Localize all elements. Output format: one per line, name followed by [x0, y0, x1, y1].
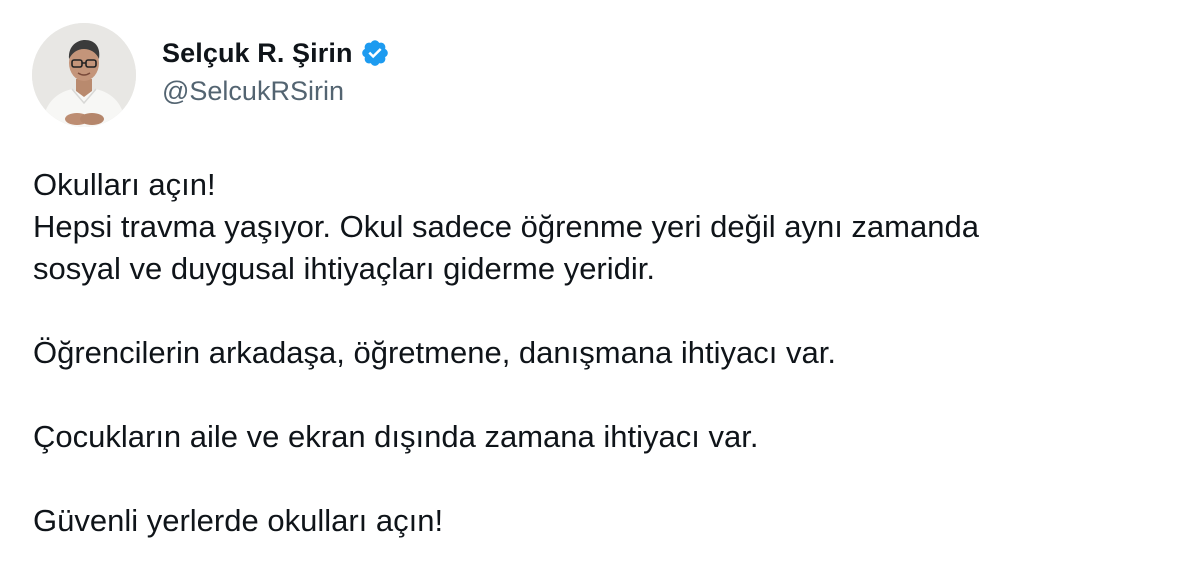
- tweet-line: Çocukların aile ve ekran dışında zamana …: [33, 419, 759, 454]
- author-handle[interactable]: @SelcukRSirin: [162, 76, 390, 107]
- tweet-line: sosyal ve duygusal ihtiyaçları giderme y…: [33, 251, 655, 286]
- tweet-card: Selçuk R. Şirin @SelcukRSirin Okulları a…: [0, 0, 1200, 574]
- avatar-photo: [32, 23, 136, 127]
- tweet-text: Okulları açın! Hepsi travma yaşıyor. Oku…: [33, 164, 1183, 542]
- avatar[interactable]: [32, 23, 136, 127]
- author-names: Selçuk R. Şirin @SelcukRSirin: [162, 38, 390, 107]
- tweet-line: Öğrencilerin arkadaşa, öğretmene, danışm…: [33, 335, 836, 370]
- tweet-line: Hepsi travma yaşıyor. Okul sadece öğrenm…: [33, 209, 979, 244]
- tweet-header: Selçuk R. Şirin @SelcukRSirin: [32, 22, 390, 128]
- author-display-name[interactable]: Selçuk R. Şirin: [162, 38, 353, 69]
- tweet-line: Okulları açın!: [33, 167, 216, 202]
- name-row: Selçuk R. Şirin: [162, 38, 390, 69]
- verified-badge-icon: [360, 38, 390, 68]
- tweet-line: Güvenli yerlerde okulları açın!: [33, 503, 444, 538]
